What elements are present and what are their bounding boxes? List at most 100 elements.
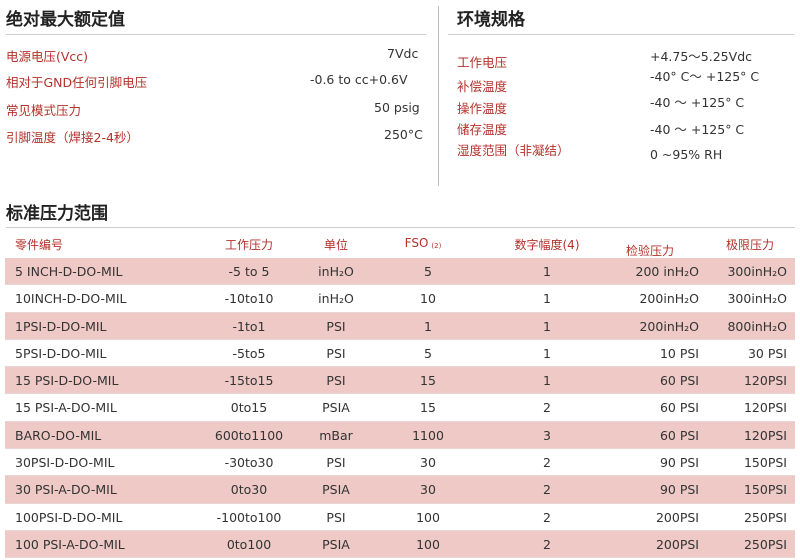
cell-part-number: 100 PSI-A-DO-MIL — [15, 536, 125, 552]
header-fso-label: FSO — [404, 236, 429, 250]
cell-proof-pressure: 200PSI — [655, 509, 699, 525]
env-label: 补偿温度 — [457, 79, 508, 94]
env-value: -40 ～ +125° C — [650, 122, 745, 137]
header-resolution: 数字幅度(4) — [514, 238, 580, 252]
abs-row-supply: 电源电压(Vcc) 7Vdc — [6, 46, 418, 70]
abs-row-pin-voltage: 相对于GND任何引脚电压 -0.6 to cc+0.6V — [6, 72, 418, 96]
cell-resolution: 2 — [543, 482, 551, 498]
header-part-number: 零件编号 — [15, 238, 64, 252]
cell-unit: PSI — [326, 345, 346, 361]
table-row: BARO-DO-MIL 600to1100 mBar 1100 3 60 PSI 120PS… — [5, 421, 795, 450]
cell-unit: PSI — [326, 455, 346, 471]
abs-row-common-mode: 常见模式压力 50 psig — [6, 100, 420, 124]
cell-resolution: 2 — [543, 536, 551, 552]
cell-operating-pressure: 0to100 — [226, 536, 272, 552]
cell-operating-pressure: 0to15 — [230, 400, 268, 416]
env-label: 操作温度 — [457, 101, 508, 116]
pressure-table: 零件编号 工作压力 单位 FSO (2) 数字幅度(4) 检验压力 极限压力 5 … — [5, 232, 795, 559]
abs-label: 相对于GND任何引脚电压 — [6, 75, 148, 90]
environment-title: 环境规格 — [457, 10, 525, 30]
table-row: 100 PSI-A-DO-MIL 0to100 PSIA 100 2 200PSI 250P… — [5, 530, 795, 559]
cell-unit: mBar — [319, 427, 353, 443]
cell-proof-pressure: 90 PSI — [659, 455, 699, 471]
abs-row-lead-temp: 引脚温度（焊接2-4秒） 250°C — [6, 127, 423, 151]
cell-resolution: 1 — [543, 264, 551, 279]
cell-fso: 10 — [420, 291, 436, 307]
cell-part-number: 5PSI-D-DO-MIL — [15, 345, 107, 361]
cell-part-number: 15 PSI-A-DO-MIL — [15, 400, 117, 416]
absolute-max-rule — [6, 34, 426, 35]
cell-fso: 100 — [416, 536, 440, 552]
cell-unit: PSIA — [322, 482, 350, 498]
cell-operating-pressure: -5to5 — [232, 345, 266, 361]
abs-value: 250°C — [384, 127, 423, 142]
table-row: 5PSI-D-DO-MIL -5to5 PSI 5 1 10 PSI 30 PSI — [5, 340, 795, 368]
cell-operating-pressure: -15to15 — [224, 373, 274, 389]
table-body: 5 INCH-D-DO-MIL -5 to 5 inH₂O 5 1 200 inH₂O 30… — [5, 258, 795, 559]
abs-label: 电源电压(Vcc) — [6, 49, 89, 64]
env-label: 湿度范围（非凝结） — [457, 143, 570, 158]
env-label: 工作电压 — [457, 55, 508, 70]
table-row: 30PSI-D-DO-MIL -30to30 PSI 30 2 90 PSI 150PSI — [5, 449, 795, 477]
cell-burst-pressure: 30 PSI — [747, 345, 787, 361]
cell-fso: 5 — [424, 264, 432, 279]
abs-label: 引脚温度（焊接2-4秒） — [6, 130, 139, 145]
header-operating-pressure: 工作压力 — [224, 238, 273, 252]
cell-fso: 1100 — [412, 427, 444, 443]
cell-unit: PSI — [326, 318, 346, 334]
table-row: 30 PSI-A-DO-MIL 0to30 PSIA 30 2 90 PSI 150PSI — [5, 476, 795, 504]
cell-proof-pressure: 60 PSI — [659, 373, 699, 389]
table-row: 15 PSI-A-DO-MIL 0to15 PSIA 15 2 60 PSI 120PSI — [5, 394, 795, 422]
table-row: 15 PSI-D-DO-MIL -15to15 PSI 15 1 60 PSI 120PSI — [5, 367, 795, 395]
cell-part-number: 30 PSI-A-DO-MIL — [15, 482, 117, 498]
cell-fso: 30 — [420, 482, 436, 498]
cell-proof-pressure: 10 PSI — [659, 345, 699, 361]
cell-part-number: 30PSI-D-DO-MIL — [15, 455, 115, 471]
cell-operating-pressure: -1to1 — [232, 318, 266, 334]
header-fso-note: (2) — [431, 242, 442, 250]
cell-resolution: 2 — [543, 400, 551, 416]
cell-proof-pressure: 200 inH₂O — [635, 264, 699, 279]
cell-resolution: 1 — [543, 373, 551, 389]
cell-unit: inH₂O — [318, 291, 354, 307]
cell-burst-pressure: 800inH₂O — [727, 318, 787, 334]
table-row: 100PSI-D-DO-MIL -100to100 PSI 100 2 200PSI 250… — [5, 504, 795, 531]
absolute-max-title: 绝对最大额定值 — [6, 10, 125, 30]
cell-fso: 15 — [420, 373, 436, 389]
cell-unit: PSIA — [322, 536, 350, 552]
abs-value: 50 psig — [374, 100, 420, 115]
row-separator — [5, 557, 795, 559]
section-divider — [438, 6, 439, 186]
header-burst-pressure: 极限压力 — [725, 238, 774, 252]
cell-burst-pressure: 300inH₂O — [727, 264, 787, 279]
cell-part-number: 10INCH-D-DO-MIL — [15, 291, 127, 307]
cell-resolution: 2 — [543, 455, 551, 471]
header-fso: FSO (2) — [393, 236, 453, 250]
cell-proof-pressure: 200inH₂O — [639, 291, 699, 307]
cell-part-number: 15 PSI-D-DO-MIL — [15, 373, 119, 389]
abs-value: 7Vdc — [387, 46, 419, 61]
cell-burst-pressure: 120PSI — [743, 400, 787, 416]
cell-operating-pressure: -100to100 — [216, 509, 282, 525]
cell-proof-pressure: 200PSI — [655, 536, 699, 552]
cell-operating-pressure: 0to30 — [230, 482, 268, 498]
cell-proof-pressure: 90 PSI — [659, 482, 699, 498]
cell-resolution: 1 — [543, 318, 551, 334]
cell-burst-pressure: 120PSI — [743, 427, 787, 443]
cell-unit: inH₂O — [318, 264, 354, 279]
cell-burst-pressure: 150PSI — [743, 482, 787, 498]
cell-operating-pressure: -30to30 — [224, 455, 274, 471]
cell-burst-pressure: 300inH₂O — [727, 291, 787, 307]
cell-proof-pressure: 60 PSI — [659, 427, 699, 443]
env-value: 0 ~95% RH — [650, 147, 723, 162]
cell-proof-pressure: 200inH₂O — [639, 318, 699, 334]
cell-part-number: 1PSI-D-DO-MIL — [15, 318, 107, 334]
cell-unit: PSI — [326, 373, 346, 389]
cell-part-number: 5 INCH-D-DO-MIL — [15, 264, 123, 279]
env-value: -40 ～ +125° C — [650, 95, 745, 110]
cell-fso: 100 — [416, 509, 440, 525]
environment-rule — [448, 34, 794, 35]
cell-unit: PSIA — [322, 400, 350, 416]
cell-part-number: BARO-DO-MIL — [15, 427, 102, 443]
cell-operating-pressure: 600to1100 — [214, 427, 284, 443]
